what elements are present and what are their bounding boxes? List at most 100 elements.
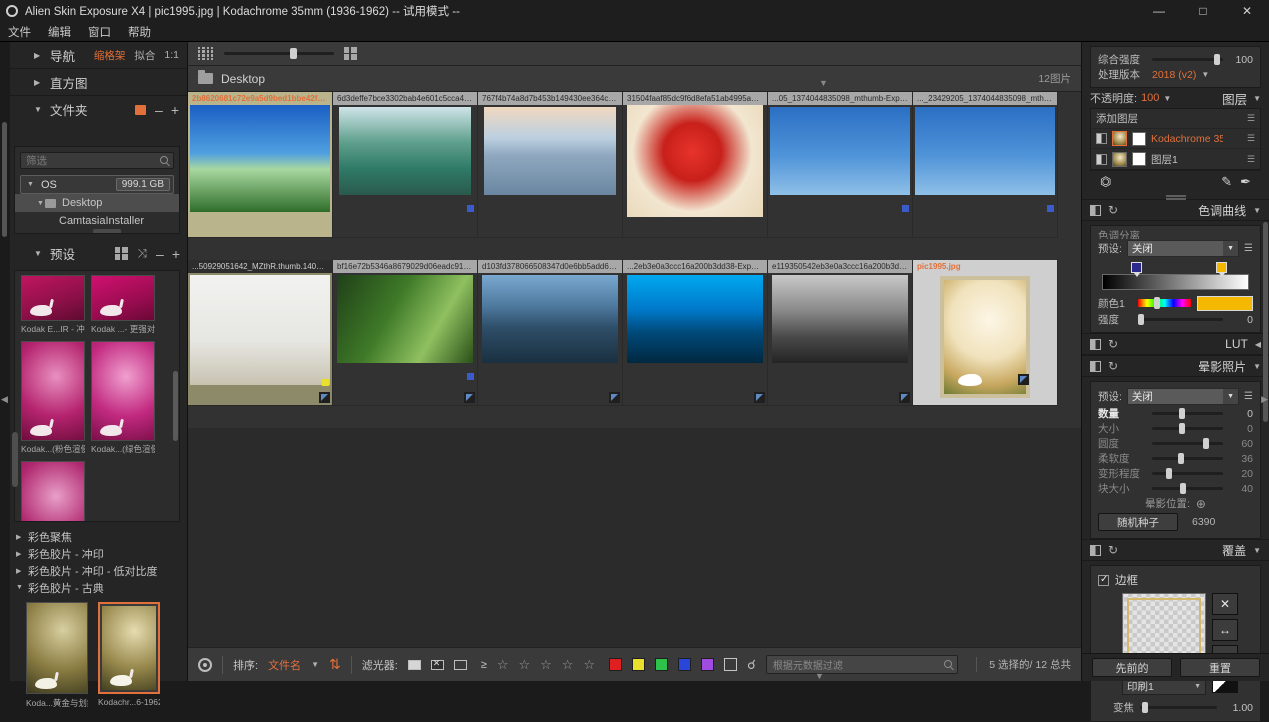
slider-knob[interactable]: [290, 48, 297, 59]
nav-option-grid[interactable]: 缩格架: [94, 48, 126, 63]
roundness-slider[interactable]: [1152, 442, 1223, 445]
preset-item[interactable]: Kodak...(绿色渲便）: [91, 341, 155, 455]
reset-icon[interactable]: ↻: [1108, 359, 1118, 373]
chevron-down-icon[interactable]: ▼: [1253, 94, 1261, 103]
chevron-left-icon[interactable]: ◀: [1255, 340, 1261, 349]
vignette-preset-select[interactable]: 关闭 ▼: [1127, 388, 1239, 405]
focus-slider[interactable]: [1140, 706, 1217, 709]
section-histogram[interactable]: ▶ 直方图: [10, 69, 187, 96]
thumbnail-cell-selected[interactable]: pic1995.jpg: [913, 260, 1058, 406]
target-icon[interactable]: ⊕: [1196, 497, 1206, 511]
vignette-header[interactable]: ↻ 晕影照片 ▼: [1082, 355, 1269, 377]
flag-reject-icon[interactable]: [431, 660, 444, 670]
visibility-icon[interactable]: [1096, 133, 1107, 144]
eraser-icon[interactable]: ✒: [1240, 174, 1251, 190]
size-slider[interactable]: [1152, 427, 1223, 430]
thumbnail-cell[interactable]: 6d3deffe7bce3302bab4e601c5cca4aa.jpg: [333, 92, 478, 238]
reset-icon[interactable]: ↻: [1108, 337, 1118, 351]
preset-item[interactable]: Kodak...(黄色渲便）: [21, 461, 85, 522]
minimize-button[interactable]: —: [1137, 0, 1181, 22]
shadow-color-stop[interactable]: [1131, 262, 1142, 273]
previous-button[interactable]: 先前的: [1092, 658, 1172, 677]
slider-knob[interactable]: [1179, 408, 1185, 419]
thumbnail-size-slider[interactable]: [224, 52, 334, 55]
star-2-icon[interactable]: ☆: [518, 657, 530, 673]
chevron-down-icon[interactable]: ▼: [1201, 70, 1209, 79]
menu-item-edit[interactable]: 编辑: [48, 24, 71, 40]
overlay-header[interactable]: ↻ 覆盖 ▼: [1082, 539, 1269, 561]
flag-none-icon[interactable]: [454, 660, 467, 670]
slider-knob[interactable]: [1214, 54, 1220, 65]
category-color-film-classic[interactable]: ▼ 彩色胶片 - 古典: [14, 579, 180, 596]
category-color-focus[interactable]: ▶ 彩色聚焦: [14, 528, 180, 545]
left-collapse-arrow-icon[interactable]: ◀: [1, 394, 9, 410]
color-swatch[interactable]: [1197, 296, 1253, 311]
thumbnail-cell[interactable]: ...50929051642_MZthR.thumb.1400_0.jpeg: [188, 260, 333, 406]
tone-curve-preset-select[interactable]: 关闭 ▼: [1127, 240, 1239, 257]
slider-knob[interactable]: [1166, 468, 1172, 479]
thumbnail-cell[interactable]: ...2eb3e0a3ccc16a200b3dd38-Exposure.tif: [623, 260, 768, 406]
bottom-resize-handle[interactable]: ▼: [815, 671, 824, 681]
classic-preset-item-selected[interactable]: Kodachr...6-1962): [98, 602, 160, 709]
large-grid-icon[interactable]: [344, 47, 358, 60]
preset-menu-icon[interactable]: ☰: [1244, 243, 1253, 254]
sort-value[interactable]: 文件名: [268, 657, 301, 673]
folder-filter-input[interactable]: 筛选: [20, 152, 174, 169]
thumbnail-cell[interactable]: ...05_1374044835098_mthumb-Exposure.tif: [768, 92, 913, 238]
left-panel-scrollbar[interactable]: [2, 122, 7, 237]
slider-knob[interactable]: [1179, 423, 1185, 434]
preset-remove-button[interactable]: –: [156, 249, 164, 259]
layer-thumbnail[interactable]: [1112, 131, 1127, 146]
folder-item-camtasia[interactable]: CamtasiaInstaller: [15, 212, 179, 230]
thumbnail-cell[interactable]: bf16e72b5346a8679029d06eadc917ca.jpg: [333, 260, 478, 406]
layer-mask-thumbnail[interactable]: [1132, 132, 1146, 146]
strength-slider[interactable]: [1138, 318, 1223, 321]
reset-icon[interactable]: ↻: [1108, 543, 1118, 557]
shuffle-frame-button[interactable]: ✕: [1212, 593, 1238, 615]
menu-icon[interactable]: ☰: [1247, 113, 1255, 124]
chevron-down-icon[interactable]: ▼: [1223, 389, 1238, 404]
expand-all-button[interactable]: +: [171, 105, 179, 115]
brush-icon[interactable]: ✎: [1221, 174, 1232, 190]
thumbnail-cell[interactable]: d103fd378066508347d0e6bb5add6f44.jpg: [478, 260, 623, 406]
preset-panel-scrollbar[interactable]: [12, 432, 18, 487]
folder-item-desktop[interactable]: ▼ Desktop: [15, 194, 179, 212]
thumbnail-cell[interactable]: 767f4b74a8d7b453b149430ee364c9ce.jpg: [478, 92, 623, 238]
preset-item[interactable]: Kodak...(粉色渲便）: [21, 341, 85, 455]
blocksize-slider[interactable]: [1152, 487, 1223, 490]
toggle-before-after-icon[interactable]: [1090, 361, 1101, 372]
menu-item-file[interactable]: 文件: [8, 24, 31, 40]
chevron-down-icon[interactable]: ▼: [1253, 206, 1261, 215]
crop-icon[interactable]: ⏣: [1100, 174, 1111, 190]
chevron-down-icon[interactable]: ▼: [1223, 241, 1238, 256]
toggle-before-after-icon[interactable]: [1090, 205, 1101, 216]
right-panel-scrollbar[interactable]: [1263, 222, 1268, 422]
star-5-icon[interactable]: ☆: [583, 657, 595, 673]
color-filter-yellow[interactable]: [632, 658, 645, 671]
nav-option-oneone[interactable]: 1:1: [164, 49, 179, 61]
section-presets[interactable]: ▼ 预设 ⤨ –+: [10, 240, 188, 267]
thumbnail-cell[interactable]: ..._23429205_1374044835098_mthumb.jpg: [913, 92, 1058, 238]
close-button[interactable]: ✕: [1225, 0, 1269, 22]
menu-icon[interactable]: ☰: [1247, 133, 1255, 144]
top-resize-handle[interactable]: ▼: [819, 78, 828, 88]
flag-pick-icon[interactable]: [408, 660, 421, 670]
slider-knob[interactable]: [1178, 453, 1184, 464]
small-grid-icon[interactable]: [198, 47, 214, 60]
menu-item-help[interactable]: 帮助: [128, 24, 151, 40]
thumbnail-cell[interactable]: 2b8620681c72e9a5d9bed1bbe42f851b.jpg: [188, 92, 333, 238]
reset-icon[interactable]: ↻: [1108, 203, 1118, 217]
layer-row[interactable]: 图层1 ☰: [1091, 149, 1260, 169]
panel-drag-handle[interactable]: [1082, 192, 1269, 199]
thumbnail-cell[interactable]: e119350542eb3e0a3ccc16a200b3dd38.jpg: [768, 260, 913, 406]
maximize-button[interactable]: □: [1181, 0, 1225, 22]
toggle-before-after-icon[interactable]: [1090, 339, 1101, 350]
drive-row-os[interactable]: ▼ OS 999.1 GB: [20, 175, 174, 194]
section-folders[interactable]: ▼ 文件夹 –+: [10, 96, 187, 123]
random-seed-button[interactable]: 随机种子: [1098, 513, 1178, 531]
chevron-down-icon[interactable]: ▼: [1163, 94, 1171, 103]
preset-scrollbar[interactable]: [173, 371, 178, 441]
color-filter-green[interactable]: [655, 658, 668, 671]
slider-knob[interactable]: [1180, 483, 1186, 494]
preset-add-button[interactable]: +: [172, 249, 180, 259]
